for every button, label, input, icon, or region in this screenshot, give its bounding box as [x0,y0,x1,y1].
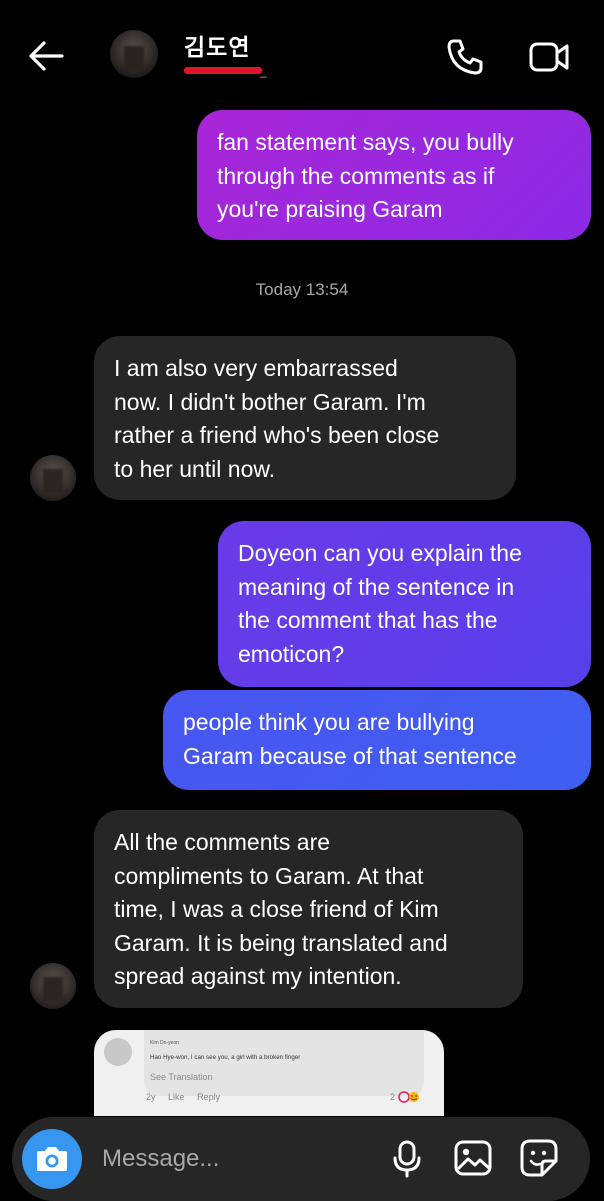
message-sent[interactable]: people think you are bullying Garam beca… [163,690,591,790]
message-composer: Message... [12,1117,590,1201]
comment-card [144,1030,424,1096]
comment-meta: 2y Like Reply [146,1092,230,1102]
username-redaction [184,67,262,74]
image-attachment[interactable]: Kim Do-yeon Hao Hye-won, I can see you, … [94,1030,444,1116]
see-translation-link: See Translation [150,1072,213,1082]
comment-text: Hao Hye-won, I can see you, a girl with … [150,1054,301,1061]
video-camera-icon[interactable] [528,36,570,78]
message-sent[interactable]: fan statement says, you bully through th… [197,110,591,240]
username-tail: _ [260,64,267,78]
reaction-count: 2 [390,1092,396,1102]
camera-icon[interactable] [22,1129,82,1189]
phone-icon[interactable] [444,36,486,78]
contact-name[interactable]: 김도연 [184,28,250,62]
chat-header: 김도연 _ [0,0,604,110]
message-timestamp: Today 13:54 [255,280,349,299]
comment-reply: Reply [197,1092,221,1102]
commenter-name: Kim Do-yeon [150,1040,179,1046]
message-sent[interactable]: Doyeon can you explain the meaning of th… [218,521,591,687]
reaction-emoji-icon [398,1090,428,1103]
sticker-icon[interactable] [516,1135,562,1181]
sender-avatar[interactable] [30,455,76,501]
microphone-icon[interactable] [384,1135,430,1181]
message-input[interactable]: Message... [102,1145,219,1173]
gallery-icon[interactable] [450,1135,496,1181]
contact-username: _ [184,64,270,78]
back-arrow-icon[interactable] [26,38,66,74]
commenter-avatar [104,1038,132,1066]
message-received[interactable]: I am also very embarrassed now. I didn't… [94,336,516,500]
sender-avatar[interactable] [30,963,76,1009]
message-received[interactable]: All the comments are compliments to Gara… [94,810,523,1008]
contact-avatar[interactable] [110,30,158,78]
comment-age: 2y [146,1092,156,1102]
comment-like: Like [168,1092,185,1102]
